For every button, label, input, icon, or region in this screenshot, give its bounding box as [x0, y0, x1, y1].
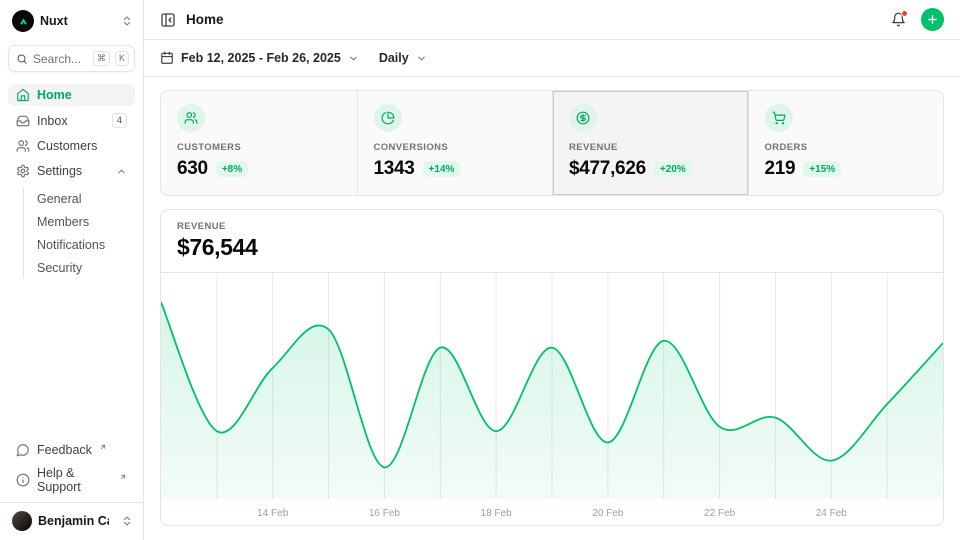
sidebar-item-general[interactable]: General [37, 187, 135, 210]
user-name: Benjamin Canac [38, 514, 109, 528]
revenue-chart-body[interactable]: 14 Feb 16 Feb 18 Feb 20 Feb 22 Feb 24 Feb [161, 273, 943, 525]
sidebar: Nuxt Search... ⌘ K Home Inbox 4 Customer… [0, 0, 144, 540]
sidebar-item-members[interactable]: Members [37, 210, 135, 233]
revenue-area-chart: 14 Feb 16 Feb 18 Feb 20 Feb 22 Feb 24 Feb [161, 273, 943, 525]
add-button[interactable] [921, 8, 944, 31]
sidebar-item-label: Home [37, 88, 72, 102]
settings-submenu: General Members Notifications Security [23, 187, 135, 279]
stat-delta-badge: +14% [423, 161, 461, 177]
users-icon [177, 104, 205, 132]
external-link-icon [119, 473, 127, 481]
topbar: Home [144, 0, 960, 40]
feedback-link[interactable]: Feedback [8, 439, 135, 460]
stat-value: $477,626 [569, 158, 646, 180]
date-range-value: Feb 12, 2025 - Feb 26, 2025 [181, 51, 341, 65]
search-icon [16, 53, 28, 65]
stat-card-customers[interactable]: CUSTOMERS 630 +8% [161, 91, 357, 195]
circle-dollar-icon [569, 104, 597, 132]
period-select[interactable]: Daily [379, 51, 427, 65]
inbox-icon [16, 114, 30, 128]
stat-value: 1343 [374, 158, 415, 180]
info-circle-icon [16, 473, 30, 487]
sidebar-item-security[interactable]: Security [37, 256, 135, 279]
stat-label: CONVERSIONS [374, 142, 537, 153]
stat-label: ORDERS [765, 142, 928, 153]
notification-dot [901, 10, 908, 17]
stat-card-revenue[interactable]: REVENUE $477,626 +20% [552, 91, 748, 195]
stat-label: REVENUE [569, 142, 732, 153]
main-area: Home Feb 12, 2025 - Feb 26, 2025 Daily [144, 0, 960, 540]
chevron-up-icon [116, 166, 127, 177]
calendar-icon [160, 51, 174, 65]
sidebar-item-inbox[interactable]: Inbox 4 [8, 109, 135, 132]
users-icon [16, 139, 30, 153]
avatar [12, 511, 32, 531]
notifications-button[interactable] [891, 12, 906, 27]
sidebar-nav: Home Inbox 4 Customers Settings General … [8, 84, 135, 279]
svg-text:22 Feb: 22 Feb [704, 508, 736, 519]
chart-current-value: $76,544 [177, 234, 927, 261]
help-support-link[interactable]: Help & Support [8, 462, 135, 497]
sidebar-item-home[interactable]: Home [8, 84, 135, 106]
sidebar-item-notifications[interactable]: Notifications [37, 233, 135, 256]
home-icon [16, 88, 30, 102]
sidebar-footer: Feedback Help & Support [8, 439, 135, 502]
stat-delta-badge: +20% [654, 161, 692, 177]
stat-delta-badge: +8% [216, 161, 248, 177]
chevrons-up-down-icon [121, 515, 133, 527]
sidebar-item-settings[interactable]: Settings [8, 160, 135, 182]
shopping-cart-icon [765, 104, 793, 132]
inbox-count-badge: 4 [112, 113, 127, 128]
svg-text:14 Feb: 14 Feb [257, 508, 289, 519]
chart-pie-icon [374, 104, 402, 132]
plus-icon [926, 13, 939, 26]
message-bubble-icon [16, 443, 30, 457]
svg-text:18 Feb: 18 Feb [481, 508, 513, 519]
svg-text:24 Feb: 24 Feb [816, 508, 848, 519]
footer-item-label: Feedback [37, 443, 92, 457]
stat-label: CUSTOMERS [177, 142, 341, 153]
content: CUSTOMERS 630 +8% CONVERSIONS 1343 +14% [144, 77, 960, 540]
svg-text:20 Feb: 20 Feb [592, 508, 624, 519]
sidebar-item-label: Settings [37, 164, 82, 178]
workspace-name: Nuxt [40, 14, 68, 28]
revenue-chart-header: REVENUE $76,544 [161, 210, 943, 273]
stat-value: 219 [765, 158, 796, 180]
chart-title: REVENUE [177, 221, 927, 232]
search-placeholder: Search... [33, 52, 81, 66]
sidebar-item-customers[interactable]: Customers [8, 135, 135, 157]
date-range-picker[interactable]: Feb 12, 2025 - Feb 26, 2025 [160, 51, 359, 65]
sidebar-item-label: Inbox [37, 114, 68, 128]
svg-text:16 Feb: 16 Feb [369, 508, 401, 519]
filters-toolbar: Feb 12, 2025 - Feb 26, 2025 Daily [144, 40, 960, 77]
period-value: Daily [379, 51, 409, 65]
external-link-icon [99, 443, 107, 451]
search-input[interactable]: Search... ⌘ K [8, 45, 135, 72]
stat-delta-badge: +15% [803, 161, 841, 177]
stat-value: 630 [177, 158, 208, 180]
kbd-k: K [115, 51, 129, 66]
gear-icon [16, 164, 30, 178]
revenue-chart-card: REVENUE $76,544 14 Feb 16 Feb 18 Feb 20 Feb… [160, 209, 944, 526]
workspace-switcher[interactable]: Nuxt [8, 8, 135, 34]
panel-left-close-icon [160, 12, 176, 28]
kbd-meta: ⌘ [93, 51, 110, 66]
dashboard-page: { "colors": { "accent": "#00c16a", "acce… [0, 0, 960, 540]
stat-card-orders[interactable]: ORDERS 219 +15% [748, 91, 944, 195]
chevron-down-icon [348, 53, 359, 64]
stats-row: CUSTOMERS 630 +8% CONVERSIONS 1343 +14% [160, 90, 944, 196]
chevrons-up-down-icon [121, 15, 133, 27]
chevron-down-icon [416, 53, 427, 64]
collapse-sidebar-button[interactable] [160, 12, 176, 28]
page-title: Home [186, 12, 224, 27]
user-menu[interactable]: Benjamin Canac [0, 502, 143, 540]
footer-item-label: Help & Support [37, 466, 112, 494]
stat-card-conversions[interactable]: CONVERSIONS 1343 +14% [357, 91, 553, 195]
sidebar-item-label: Customers [37, 139, 97, 153]
nuxt-logo-icon [12, 10, 34, 32]
